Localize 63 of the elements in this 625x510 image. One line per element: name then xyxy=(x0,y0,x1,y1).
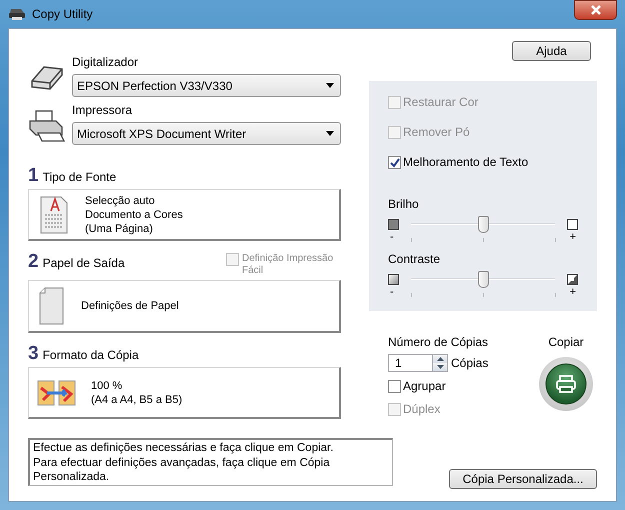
copies-unit: Cópias xyxy=(451,355,488,372)
help-button[interactable]: Ajuda xyxy=(512,41,591,61)
contrast-square-icon xyxy=(567,274,578,285)
panel-text: (A4 a A4, B5 a B5) xyxy=(91,392,182,406)
slider-thumb[interactable] xyxy=(478,271,489,288)
slider-thumb[interactable] xyxy=(478,216,489,233)
slider-label: Brilho xyxy=(388,196,420,213)
caret-icon xyxy=(326,83,334,88)
panel-text: 100 % xyxy=(91,378,124,392)
copy-button[interactable] xyxy=(539,357,593,411)
light-square-icon xyxy=(567,219,578,230)
field-label: Impressora xyxy=(72,102,134,119)
spin-buttons[interactable] xyxy=(432,354,448,372)
printer-icon xyxy=(28,109,66,143)
copies-field[interactable]: 1 xyxy=(388,354,432,372)
copy-format-icon xyxy=(37,378,77,408)
copy-label: Copiar xyxy=(548,334,584,351)
checkbox-label: Restaurar Cor xyxy=(403,94,478,111)
field-label: Digitalizador xyxy=(72,54,140,71)
checkbox[interactable] xyxy=(388,380,401,392)
close-button[interactable] xyxy=(574,0,617,20)
panel-text: Documento a Cores xyxy=(85,208,183,222)
checkbox-label: Agrupar xyxy=(403,378,446,395)
dropdown[interactable]: Microsoft XPS Document Writer xyxy=(72,122,341,145)
section-title: Papel de Saída xyxy=(42,255,125,272)
close-icon xyxy=(590,5,602,15)
gradient-square-icon xyxy=(388,274,399,285)
copies-label: Número de Cópias xyxy=(388,334,488,351)
panel-text: Selecção auto xyxy=(85,194,156,208)
section-title: Formato da Cópia xyxy=(42,347,139,364)
check-icon xyxy=(388,156,400,168)
plus-label: + xyxy=(570,286,576,299)
settings-panel-button[interactable]: Selecção auto Documento a Cores (Uma Página) xyxy=(28,189,341,241)
step-number: 3 xyxy=(28,345,39,363)
caret-icon xyxy=(326,131,334,136)
custom-copy-button[interactable]: Cópia Personalizada... xyxy=(449,469,597,489)
slider-track[interactable] xyxy=(411,271,555,298)
slider-track[interactable] xyxy=(411,216,555,243)
checkbox[interactable] xyxy=(388,156,401,168)
settings-panel-button[interactable]: Definições de Papel xyxy=(28,280,341,333)
message-text: Efectue as definições necessárias e faça clique em Copiar. xyxy=(33,441,334,456)
slider-label: Contraste xyxy=(388,251,442,268)
message-text: Para efectuar definições avançadas, faça clique em Cópia Personalizada. xyxy=(33,456,331,484)
printer-icon xyxy=(545,363,587,405)
panel-text: Definições de Papel xyxy=(81,299,179,313)
minus-label: - xyxy=(390,231,394,244)
dropdown[interactable]: EPSON Perfection V33/V330 xyxy=(72,74,341,97)
checkbox-label: Remover Pó xyxy=(403,124,470,141)
plus-label: + xyxy=(570,231,576,244)
up-arrow-icon xyxy=(436,357,444,361)
minus-label: - xyxy=(390,286,394,299)
window-title: Copy Utility xyxy=(32,6,93,23)
panel-text: (Uma Página) xyxy=(85,222,154,236)
settings-panel-button[interactable]: 100 % (A4 a A4, B5 a B5) xyxy=(28,367,341,419)
checkbox-label: Dúplex xyxy=(403,401,440,418)
step-number: 1 xyxy=(28,167,39,185)
section-title: Tipo de Fonte xyxy=(42,169,116,186)
step-number: 2 xyxy=(28,253,39,271)
printer-icon xyxy=(8,7,26,21)
checkbox-label: Definição Impressão Fácil xyxy=(242,253,334,277)
down-arrow-icon xyxy=(436,365,444,369)
dark-square-icon xyxy=(388,219,399,230)
checkbox-label: Melhoramento de Texto xyxy=(403,154,528,171)
